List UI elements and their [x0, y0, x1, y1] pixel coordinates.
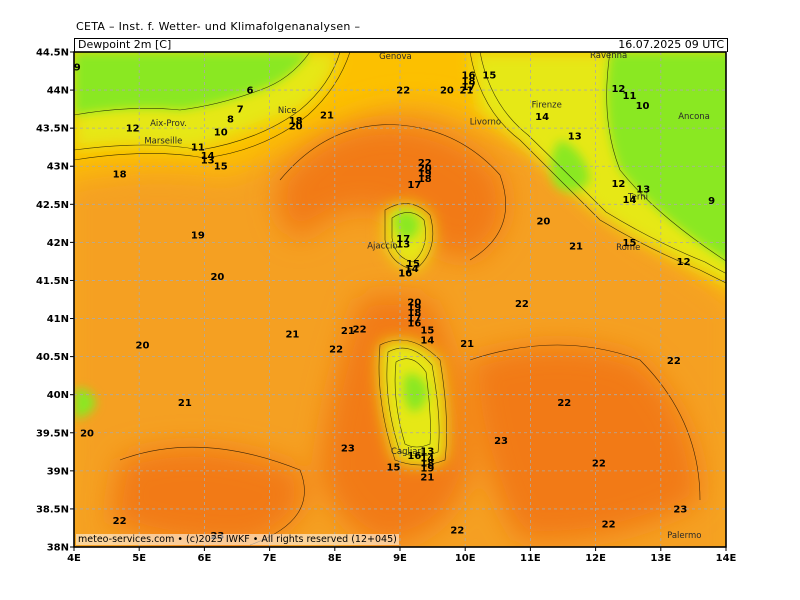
lon-tick-label: 6E: [198, 553, 212, 564]
contour-label: 22: [667, 356, 681, 367]
lon-tick-label: 8E: [328, 553, 342, 564]
lon-tick-label: 13E: [650, 553, 671, 564]
lat-tick-label: 43.5N: [36, 124, 69, 135]
contour-label: 16: [398, 268, 412, 279]
contour-label: 17: [407, 180, 421, 191]
contour-label: 15: [387, 463, 401, 474]
contour-label: 19: [191, 230, 205, 241]
contour-label: 17: [461, 82, 475, 93]
contour-label: 13: [568, 131, 582, 142]
contour-label: 14: [420, 335, 434, 346]
contour-label: 12: [611, 179, 625, 190]
contour-label: 16: [407, 319, 421, 330]
lat-tick-label: 41.5N: [36, 276, 69, 287]
lat-tick-label: 42.5N: [36, 200, 69, 211]
contour-label: 10: [214, 127, 228, 138]
contour-label: 22: [602, 520, 616, 531]
contour-label: 13: [636, 185, 650, 196]
contour-label: 21: [320, 111, 334, 122]
contour-label: 21: [420, 472, 434, 483]
contour-label: 22: [396, 86, 410, 97]
city-label: Nice: [278, 106, 297, 116]
contour-label: 9: [74, 63, 81, 74]
contour-label: 13: [396, 239, 410, 250]
lon-tick-label: 7E: [263, 553, 277, 564]
city-label: Ancona: [678, 112, 710, 122]
lat-tick-label: 40N: [47, 390, 69, 401]
lat-tick-label: 38.5N: [36, 504, 69, 515]
lat-tick-label: 42N: [47, 238, 69, 249]
lon-tick-label: 14E: [716, 553, 737, 564]
contour-label: 20: [210, 272, 224, 283]
contour-label: 20: [536, 217, 550, 228]
contour-label: 22: [329, 345, 343, 356]
contour-label: 14: [201, 151, 215, 162]
contour-label: 18: [113, 169, 127, 180]
city-label: Genova: [379, 52, 412, 62]
contour-label: 7: [237, 105, 244, 116]
lat-tick-label: 39.5N: [36, 428, 69, 439]
copyright-footer: meteo-services.com • (c)2025 IWKF • All …: [76, 534, 399, 545]
contour-label: 15: [623, 238, 637, 249]
contour-label: 12: [677, 257, 691, 268]
contour-label: 10: [636, 101, 650, 112]
contour-label: 15: [214, 162, 228, 173]
city-label: Marseille: [144, 136, 182, 146]
lat-tick-label: 44.5N: [36, 48, 69, 59]
contour-label: 23: [673, 504, 687, 515]
lon-tick-label: 12E: [585, 553, 606, 564]
contour-label: 21: [460, 339, 474, 350]
contour-label: 11: [623, 91, 637, 102]
lon-tick-label: 11E: [520, 553, 541, 564]
contour-label: 23: [494, 436, 508, 447]
contour-label: 21: [569, 242, 583, 253]
lon-tick-label: 4E: [67, 553, 81, 564]
contour-label: 22: [450, 526, 464, 537]
contour-label: 21: [178, 398, 192, 409]
city-label: Aix-Prov.: [150, 119, 187, 129]
contour-label: 14: [535, 112, 549, 123]
contour-label: 22: [515, 299, 529, 310]
city-label: Livorno: [470, 117, 501, 127]
city-label: Firenze: [532, 101, 562, 111]
contour-label: 14: [623, 195, 637, 206]
contour-label: 9: [708, 196, 715, 207]
city-label: Ravenna: [590, 51, 627, 61]
contour-label: 12: [126, 124, 140, 135]
city-label: Ajaccio: [367, 241, 397, 251]
lon-tick-label: 9E: [393, 553, 407, 564]
contour-label: 22: [557, 398, 571, 409]
lat-tick-label: 41N: [47, 314, 69, 325]
contour-label: 6: [247, 86, 254, 97]
contour-label: 16: [407, 451, 421, 462]
lat-tick-label: 40.5N: [36, 352, 69, 363]
contour-label: 21: [285, 329, 299, 340]
contour-label: 20: [80, 428, 94, 439]
contour-label: 15: [482, 70, 496, 81]
contour-label: 22: [353, 325, 367, 336]
contour-label: 22: [592, 459, 606, 470]
contour-label: 20: [289, 121, 303, 132]
lat-tick-label: 39N: [47, 466, 69, 477]
lat-tick-label: 43N: [47, 162, 69, 173]
map-field: [74, 52, 726, 547]
lon-tick-label: 10E: [455, 553, 476, 564]
lat-tick-label: 44N: [47, 86, 69, 97]
contour-label: 22: [113, 516, 127, 527]
contour-label: 23: [341, 444, 355, 455]
dewpoint-map: 4E 5E 6E 7E 8E 9E 10E 11E 12E 13E 14E 38N 38.5N 39N 39…: [36, 48, 737, 565]
contour-label: 20: [440, 86, 454, 97]
city-label: Palermo: [667, 531, 701, 541]
lon-tick-label: 5E: [132, 553, 146, 564]
contour-label: 20: [135, 341, 149, 352]
contour-label: 8: [227, 115, 234, 126]
lat-tick-label: 38N: [47, 543, 69, 554]
